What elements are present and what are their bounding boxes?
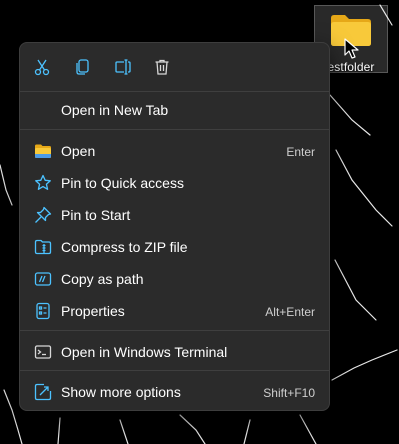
menu-item-shortcut: Enter [286,145,315,159]
menu-item-label: Show more options [61,384,181,400]
folder-icon [34,142,52,160]
menu-item-shortcut: Shift+F10 [263,386,315,400]
menu-item-label: Copy as path [61,271,144,287]
menu-item-shortcut: Alt+Enter [265,305,315,319]
star-icon [34,174,52,192]
menu-divider [20,330,329,331]
menu-item-label: Pin to Quick access [61,175,184,191]
menu-item-pin-to-quick-access[interactable]: Pin to Quick access [24,168,325,198]
menu-item-open[interactable]: Open Enter [24,136,325,166]
context-menu: Open in New Tab Open Enter Pin to Quick … [19,42,330,411]
menu-item-copy-as-path[interactable]: Copy as path [24,264,325,294]
menu-item-properties[interactable]: Properties Alt+Enter [24,296,325,326]
menu-item-label: Open in New Tab [61,102,169,118]
context-menu-toolbar [20,43,329,91]
menu-divider [20,129,329,130]
delete-icon [155,59,169,75]
zip-icon [34,238,52,256]
copy-path-icon [34,270,52,288]
more-options-icon [34,383,52,401]
cut-button[interactable] [30,55,54,79]
rename-icon [115,59,131,75]
menu-item-open-in-new-tab[interactable]: Open in New Tab [24,95,325,125]
terminal-icon [34,343,52,361]
menu-item-pin-to-start[interactable]: Pin to Start [24,200,325,230]
properties-icon [34,302,52,320]
menu-item-open-in-terminal[interactable]: Open in Windows Terminal [24,337,325,367]
pin-icon [34,206,52,224]
delete-button[interactable] [150,55,174,79]
menu-item-label: Properties [61,303,125,319]
mouse-cursor-icon [344,38,359,59]
menu-item-label: Open in Windows Terminal [61,344,228,360]
menu-item-show-more-options[interactable]: Show more options Shift+F10 [24,377,325,407]
menu-item-label: Pin to Start [61,207,131,223]
menu-divider [20,91,329,92]
menu-item-compress-to-zip[interactable]: Compress to ZIP file [24,232,325,262]
rename-button[interactable] [111,55,135,79]
menu-item-label: Open [61,143,96,159]
cut-icon [34,59,50,76]
copy-icon [76,59,89,75]
copy-button[interactable] [71,55,95,79]
menu-item-label: Compress to ZIP file [61,239,188,255]
menu-divider [20,370,329,371]
